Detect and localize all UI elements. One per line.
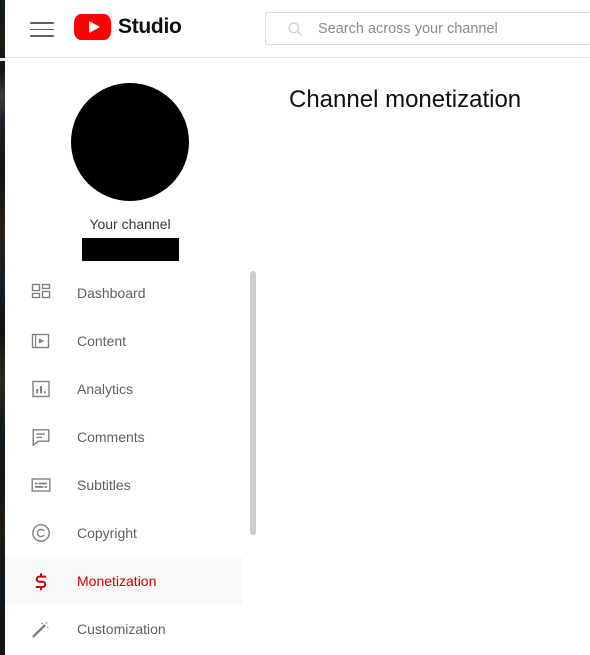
main-content-area: Channel monetization <box>260 59 590 655</box>
sidebar-item-comments[interactable]: Comments <box>5 413 242 461</box>
sidebar-item-label: Comments <box>77 429 145 445</box>
magic-wand-icon <box>32 621 49 638</box>
bar-chart-icon <box>32 380 50 398</box>
sidebar-item-content[interactable]: Content <box>5 317 242 365</box>
copyright-icon <box>32 524 50 542</box>
sidebar-item-label: Customization <box>77 621 166 637</box>
sidebar-scrollbar[interactable] <box>247 59 259 655</box>
sidebar-item-label: Analytics <box>77 381 134 397</box>
dollar-sign-icon <box>35 573 47 591</box>
channel-summary[interactable]: Your channel <box>5 59 255 261</box>
sidebar-item-label: Subtitles <box>77 477 131 493</box>
background-window-edge-notch <box>0 58 5 61</box>
search-box[interactable] <box>265 12 590 45</box>
sidebar-item-analytics[interactable]: Analytics <box>5 365 242 413</box>
dashboard-grid-icon <box>31 283 51 299</box>
hamburger-line <box>30 35 54 37</box>
search-icon <box>288 22 302 36</box>
your-channel-label: Your channel <box>89 216 171 232</box>
comment-bubble-icon <box>32 429 50 446</box>
video-frame-icon <box>31 333 50 349</box>
sidebar-item-label: Content <box>77 333 127 349</box>
background-window-edge <box>0 0 5 655</box>
channel-avatar[interactable] <box>71 83 189 201</box>
hamburger-menu-icon[interactable] <box>26 15 58 43</box>
search-input[interactable] <box>318 13 590 44</box>
studio-brand-logo[interactable]: Studio <box>74 14 182 40</box>
sidebar-scrollbar-thumb[interactable] <box>250 271 256 535</box>
sidebar-item-subtitles[interactable]: Subtitles <box>5 461 242 509</box>
brand-name-label: Studio <box>118 15 182 38</box>
sidebar-item-copyright[interactable]: Copyright <box>5 509 242 557</box>
subtitles-icon <box>31 478 51 492</box>
youtube-logo-icon <box>74 14 111 40</box>
sidebar-item-label: Dashboard <box>77 285 146 301</box>
left-navigation-sidebar: Your channel Dashboard Content Analytics… <box>5 59 260 655</box>
sidebar-item-label: Copyright <box>77 525 137 541</box>
top-header-bar: Studio <box>5 0 590 58</box>
page-title: Channel monetization <box>289 86 522 113</box>
sidebar-nav-list: Dashboard Content Analytics Comments Sub… <box>5 269 255 653</box>
channel-name-redacted <box>81 238 179 261</box>
hamburger-line <box>30 28 54 31</box>
sidebar-item-monetization[interactable]: Monetization <box>5 557 242 605</box>
sidebar-item-customization[interactable]: Customization <box>5 605 242 653</box>
youtube-studio-window: Studio Your channel <box>0 0 590 655</box>
hamburger-line <box>30 22 54 24</box>
sidebar-item-label: Monetization <box>77 573 157 589</box>
sidebar-item-dashboard[interactable]: Dashboard <box>5 269 242 317</box>
